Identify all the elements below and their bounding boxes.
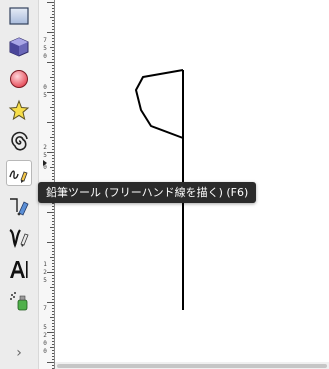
ruler-label: 2: [43, 332, 47, 339]
ruler-label: 0: [43, 348, 47, 355]
rectangle-tool-icon: [9, 7, 29, 25]
ruler-label: 5: [43, 92, 47, 99]
toolbox: ›: [0, 0, 38, 369]
ellipse-tool-icon: [10, 70, 28, 88]
ruler-pointer-marker: [43, 160, 47, 166]
pencil-tool-icon: [9, 170, 28, 183]
calligraphy-tool-button[interactable]: [6, 224, 32, 250]
ruler-label: 5: [43, 152, 47, 159]
expand-toolbox-chevron-icon[interactable]: ›: [12, 345, 26, 361]
pen-tool-button[interactable]: [6, 192, 32, 218]
3d-box-tool-button[interactable]: [6, 34, 32, 60]
inkscape-window: › 7 5 0 0 5 2 5 0 1 2 5 7 5 2 0 0 鉛筆ツール …: [0, 0, 329, 369]
pen-tool-icon: [10, 198, 29, 216]
spray-tool-button[interactable]: [6, 288, 32, 314]
ruler-label: 1: [43, 261, 47, 268]
ruler-label: 7: [43, 305, 47, 312]
ruler-label: 5: [43, 324, 47, 331]
text-tool-button[interactable]: [6, 256, 32, 282]
ruler-label: 5: [43, 45, 47, 52]
ruler-label: 0: [43, 84, 47, 91]
ellipse-tool-button[interactable]: [6, 66, 32, 92]
spiral-tool-icon: [11, 131, 28, 151]
ruler-label: 2: [43, 144, 47, 151]
drawing-canvas[interactable]: [55, 0, 329, 362]
ruler-label: 0: [43, 340, 47, 347]
canvas-drawing: [135, 69, 184, 310]
ruler-label: 7: [43, 37, 47, 44]
horizontal-scrollbar[interactable]: [55, 362, 329, 369]
calligraphy-tool-icon: [9, 229, 29, 248]
rectangle-tool-button[interactable]: [6, 3, 32, 29]
3d-box-tool-icon: [9, 37, 29, 57]
star-tool-icon: [8, 99, 30, 121]
pencil-tool-tooltip: 鉛筆ツール (フリーハンド線を描く) (F6): [38, 182, 257, 203]
ruler-label: 2: [43, 269, 47, 276]
ruler-label: 5: [43, 277, 47, 284]
horizontal-scrollbar-thumb[interactable]: [57, 364, 327, 368]
ruler-label: 0: [43, 53, 47, 60]
spiral-tool-button[interactable]: [6, 129, 32, 155]
freehand-path: [135, 69, 184, 139]
pencil-tool-button[interactable]: [6, 160, 32, 186]
text-tool-icon: [10, 261, 28, 278]
spray-tool-icon: [10, 292, 28, 311]
star-tool-button[interactable]: [6, 97, 32, 123]
